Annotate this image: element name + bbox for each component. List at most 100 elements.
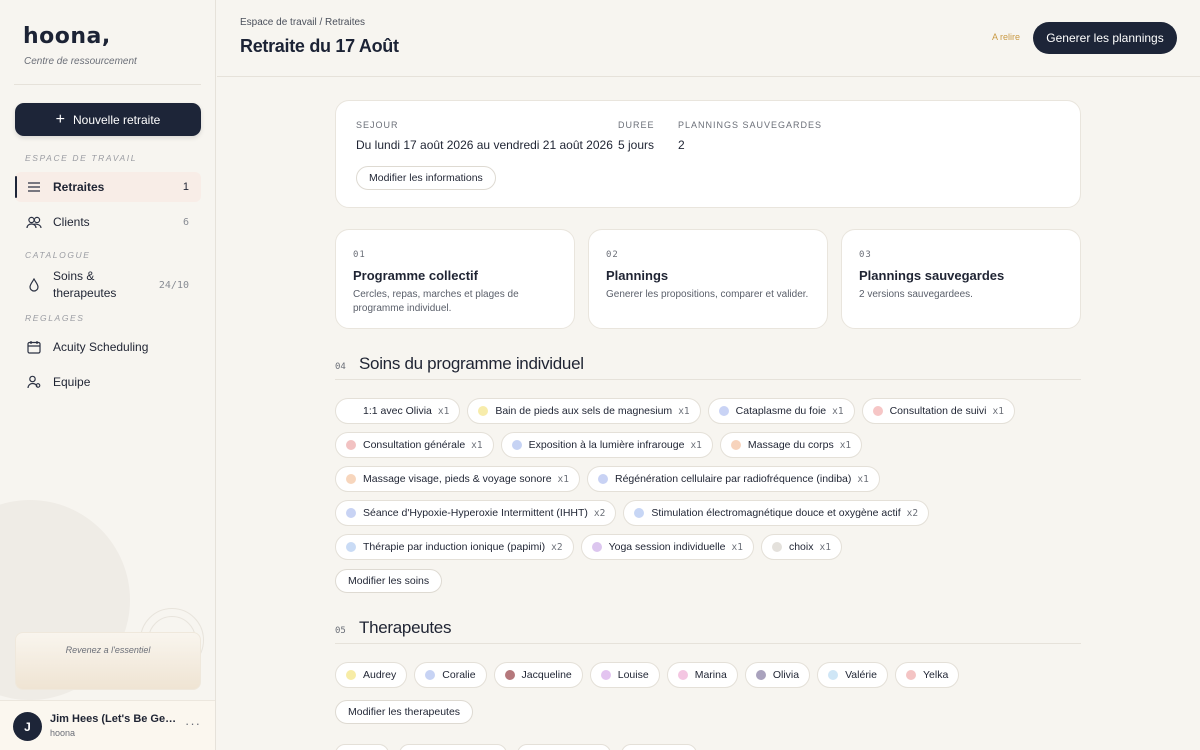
step-card-programme[interactable]: 01 Programme collectif Cercles, repas, m… bbox=[335, 229, 575, 329]
step-description: Generer les propositions, comparer et va… bbox=[606, 289, 809, 300]
therapist-chip[interactable]: Louise bbox=[589, 662, 660, 688]
step-card-plannings[interactable]: 02 Plannings Generer les propositions, c… bbox=[588, 229, 828, 329]
color-dot bbox=[718, 406, 729, 416]
divider bbox=[14, 84, 201, 85]
chip-label: Olivia bbox=[772, 669, 800, 681]
generate-plannings-button[interactable]: Generer les plannings bbox=[1033, 22, 1177, 54]
chip-label: Yoga session individuelle bbox=[608, 541, 726, 553]
chip-label: Thérapie par induction ionique (papimi) bbox=[363, 541, 546, 553]
edit-therapists-button[interactable]: Modifier les therapeutes bbox=[335, 700, 474, 724]
chip-quantity: x2 bbox=[906, 507, 919, 519]
section-title: Soins du programme individuel bbox=[359, 354, 584, 373]
step-title: Plannings bbox=[606, 268, 669, 283]
edit-treatments-button[interactable]: Modifier les soins bbox=[335, 569, 443, 593]
color-dot bbox=[828, 670, 839, 680]
chip-quantity: x1 bbox=[437, 405, 450, 417]
treatment-chip[interactable]: Séance d'Hypoxie-Hyperoxie Intermittent … bbox=[335, 500, 617, 526]
step-card-saved-plannings[interactable]: 03 Plannings sauvegardes 2 versions sauv… bbox=[841, 229, 1081, 329]
color-dot bbox=[677, 670, 688, 680]
treatment-chip[interactable]: Bain de pieds aux sels de magnesium x1 bbox=[467, 398, 701, 424]
section-number: 04 bbox=[335, 362, 346, 372]
list-icon bbox=[15, 181, 53, 193]
chip-quantity: x1 bbox=[857, 473, 869, 485]
pill-placeholder bbox=[621, 744, 697, 750]
therapist-chip[interactable]: Valérie bbox=[817, 662, 888, 688]
sidebar-item-soins[interactable]: Soins & therapeutes 24/10 bbox=[15, 265, 201, 305]
color-dot bbox=[346, 474, 356, 484]
therapist-chip[interactable]: Audrey bbox=[335, 662, 408, 688]
pill-placeholder bbox=[335, 744, 389, 750]
color-dot bbox=[346, 508, 356, 518]
treatment-chip[interactable]: Stimulation électromagnétique douce et o… bbox=[623, 500, 930, 526]
color-dot bbox=[771, 542, 782, 552]
header: Espace de travail / Retraites Retraite d… bbox=[217, 0, 1200, 77]
treatment-chip[interactable]: Consultation générale x1 bbox=[335, 432, 494, 458]
sidebar-item-clients[interactable]: Clients 6 bbox=[15, 207, 201, 237]
color-dot bbox=[755, 670, 766, 680]
treatment-chip[interactable]: Massage du corps x1 bbox=[719, 432, 863, 458]
step-description: Cercles, repas, marches et plages de pro… bbox=[353, 289, 519, 314]
sidebar-item-label: Clients bbox=[53, 214, 90, 229]
user-profile[interactable]: J Jim Hees (Let's Be Geeks) hoona ··· bbox=[0, 700, 215, 750]
sidebar-item-equipe[interactable]: Equipe bbox=[15, 367, 201, 397]
new-retreat-button[interactable]: + Nouvelle retraite bbox=[15, 103, 201, 136]
edit-info-button[interactable]: Modifier les informations bbox=[356, 166, 496, 190]
section-workspace: ESPACE DE TRAVAIL bbox=[25, 153, 138, 163]
more-icon[interactable]: ··· bbox=[185, 716, 201, 731]
treatment-chip[interactable]: Yoga session individuelle x1 bbox=[580, 534, 754, 560]
user-org: hoona bbox=[50, 728, 76, 738]
treatment-chip[interactable]: Thérapie par induction ionique (papimi) x… bbox=[335, 534, 574, 560]
chip-quantity: x1 bbox=[471, 439, 483, 451]
sidebar-item-count: 6 bbox=[182, 216, 189, 228]
chip-quantity: x2 bbox=[593, 507, 606, 519]
treatment-chip[interactable]: Régénération cellulaire par radiofréquen… bbox=[586, 466, 880, 492]
chip-quantity: x1 bbox=[678, 405, 690, 417]
chip-label: Massage visage, pieds & voyage sonore bbox=[363, 473, 552, 485]
sidebar-item-retraites[interactable]: Retraites 1 bbox=[15, 172, 201, 202]
page-title: Retraite du 17 Août bbox=[240, 36, 399, 56]
color-dot bbox=[478, 406, 489, 416]
therapist-chip-list: Audrey Coralie Jacqueline Louise Marina Olivi… bbox=[335, 662, 1081, 688]
step-description: 2 versions sauvegardees. bbox=[859, 289, 973, 300]
chip-quantity: x1 bbox=[832, 405, 844, 417]
chip-label: Consultation générale bbox=[363, 439, 466, 451]
therapist-chip[interactable]: Yelka bbox=[894, 662, 960, 688]
chip-quantity: x1 bbox=[690, 439, 702, 451]
therapists-section-header: 05 Therapeutes bbox=[335, 614, 1081, 644]
chip-label: 1:1 avec Olivia bbox=[363, 405, 432, 417]
drop-icon bbox=[15, 278, 53, 292]
promo-card: Revenez a l'essentiel bbox=[15, 632, 201, 690]
sidebar-item-acuity[interactable]: Acuity Scheduling bbox=[15, 332, 201, 362]
step-number: 02 bbox=[606, 250, 619, 260]
user-name: Jim Hees (Let's Be Geeks) bbox=[50, 713, 178, 725]
chip-label: Louise bbox=[617, 669, 649, 681]
color-dot bbox=[600, 670, 611, 680]
color-dot bbox=[597, 474, 608, 484]
color-dot bbox=[511, 440, 522, 450]
chip-quantity: x1 bbox=[992, 405, 1004, 417]
chip-quantity: x1 bbox=[731, 541, 743, 553]
duration-label: DUREE bbox=[618, 120, 655, 130]
treatment-chip[interactable]: Massage visage, pieds & voyage sonore x1 bbox=[335, 466, 580, 492]
color-dot bbox=[905, 670, 916, 680]
sidebar-item-count: 24/10 bbox=[158, 279, 189, 291]
section-catalog: CATALOGUE bbox=[25, 250, 91, 260]
sidebar: hoona, Centre de ressourcement + Nouvell… bbox=[0, 0, 216, 750]
therapist-chip[interactable]: Olivia bbox=[744, 662, 811, 688]
treatment-chip[interactable]: Consultation de suivi x1 bbox=[861, 398, 1015, 424]
therapist-chip[interactable]: Coralie bbox=[414, 662, 487, 688]
step-title: Plannings sauvegardes bbox=[859, 268, 1005, 283]
chip-quantity: x1 bbox=[839, 439, 852, 451]
chip-label: Audrey bbox=[363, 669, 397, 681]
therapist-chip[interactable]: Marina bbox=[666, 662, 738, 688]
treatment-chip[interactable]: choix x1 bbox=[760, 534, 842, 560]
treatment-chip[interactable]: Cataplasme du foie x1 bbox=[707, 398, 855, 424]
sidebar-item-label: Equipe bbox=[53, 374, 91, 389]
chip-label: Séance d'Hypoxie-Hyperoxie Intermittent … bbox=[363, 507, 588, 519]
therapist-chip[interactable]: Jacqueline bbox=[493, 662, 583, 688]
treatments-section-header: 04 Soins du programme individuel bbox=[335, 350, 1081, 380]
treatment-chip[interactable]: Exposition à la lumière infrarouge x1 bbox=[500, 432, 713, 458]
color-dot bbox=[634, 508, 645, 518]
breadcrumb[interactable]: Espace de travail / Retraites bbox=[240, 17, 365, 28]
treatment-chip[interactable]: 1:1 avec Olivia x1 bbox=[335, 398, 461, 424]
